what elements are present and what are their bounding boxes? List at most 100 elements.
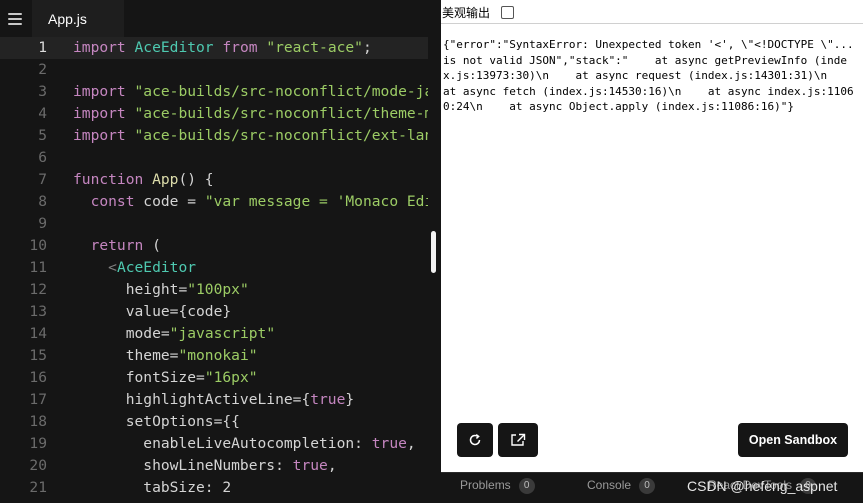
- code-line[interactable]: 3 import "ace-builds/src-noconflict/mode-…: [0, 81, 428, 103]
- bottom-tab-bar: Problems 0 Console 0 React DevTools 0: [441, 472, 863, 503]
- tab-react-devtools-label: React DevTools: [708, 478, 793, 492]
- code-token: =: [178, 281, 188, 298]
- tab-problems[interactable]: Problems 0: [460, 473, 535, 503]
- open-in-new-window-button[interactable]: [498, 423, 538, 457]
- line-number: 19: [29, 435, 47, 452]
- code-line-text: enableLiveAutocompletion: true,: [73, 433, 416, 455]
- code-token: from: [213, 39, 267, 56]
- code-line[interactable]: 17 highlightActiveLine={true}: [0, 389, 428, 411]
- code-line[interactable]: 9: [0, 213, 428, 235]
- preview-output-text: {"error":"SyntaxError: Unexpected token …: [443, 38, 861, 113]
- code-line[interactable]: 12 height="100px": [0, 279, 428, 301]
- preview-toolbar: 美观输出: [441, 0, 863, 24]
- pretty-output-label: 美观输出: [442, 6, 491, 20]
- line-number: 5: [38, 127, 47, 144]
- code-token: return: [90, 237, 153, 254]
- code-line[interactable]: 2: [0, 59, 428, 81]
- tab-react-devtools[interactable]: React DevTools 0: [708, 473, 817, 503]
- code-token: tabSize: [73, 479, 205, 496]
- code-line[interactable]: 8 const code = "var message = 'Monaco Ed…: [0, 191, 428, 213]
- code-line[interactable]: 11 <AceEditor: [0, 257, 428, 279]
- line-number: 8: [38, 193, 47, 210]
- code-line-text: setOptions={{: [73, 411, 240, 433]
- code-token: enableLiveAutocompletion: [73, 435, 355, 452]
- code-token: ={{: [213, 413, 240, 430]
- code-line-text: import "ace-builds/src-noconflict/theme-…: [73, 103, 428, 125]
- code-line[interactable]: 16 fontSize="16px": [0, 367, 428, 389]
- code-line[interactable]: 5 import "ace-builds/src-noconflict/ext-l…: [0, 125, 428, 147]
- code-line-text: import "ace-builds/src-noconflict/mode-j…: [73, 81, 428, 103]
- code-token: "ace-builds/src-noconflict/ext-language_…: [134, 127, 428, 144]
- code-token: mode: [73, 325, 161, 342]
- code-editor[interactable]: App.js 1 import AceEditor from "react-ace…: [0, 0, 428, 503]
- code-line-text: highlightActiveLine={true}: [73, 389, 354, 411]
- tab-problems-count: 0: [518, 478, 535, 494]
- line-number: 16: [29, 369, 47, 386]
- code-token: const: [90, 193, 144, 210]
- code-line[interactable]: 10 return (: [0, 235, 428, 257]
- code-token: "monokai": [178, 347, 258, 364]
- code-token: "ace-builds/src-noconflict/mode-javascri…: [134, 83, 428, 100]
- code-line-text: const code = "var message = 'Monaco Edit…: [73, 191, 428, 213]
- code-area[interactable]: 1 import AceEditor from "react-ace"; 2 3 imp…: [0, 37, 428, 503]
- code-line-text: <AceEditor: [73, 257, 196, 279]
- code-line-text: fontSize="16px": [73, 367, 258, 389]
- tab-react-devtools-count: 0: [800, 478, 817, 494]
- line-number: 20: [29, 457, 47, 474]
- code-line-text: mode="javascript": [73, 323, 275, 345]
- code-token: "ace-builds/src-noconflict/theme-monokai…: [134, 105, 428, 122]
- code-token: ,: [406, 435, 416, 452]
- line-number: 4: [38, 105, 47, 122]
- line-number: 18: [29, 413, 47, 430]
- code-token: "100px": [187, 281, 249, 298]
- code-token: function: [73, 171, 153, 188]
- line-number: 1: [38, 39, 47, 56]
- resize-handle[interactable]: [431, 231, 436, 273]
- open-sandbox-button[interactable]: Open Sandbox: [738, 423, 848, 457]
- file-tab-app-js[interactable]: App.js: [32, 0, 124, 38]
- code-token: ;: [362, 39, 372, 56]
- code-token: :: [204, 479, 223, 496]
- code-token: "16px": [204, 369, 258, 386]
- code-line[interactable]: 20 showLineNumbers: true,: [0, 455, 428, 477]
- pretty-output-checkbox[interactable]: [501, 6, 514, 19]
- code-line[interactable]: 4 import "ace-builds/src-noconflict/theme…: [0, 103, 428, 125]
- line-number: 14: [29, 325, 47, 342]
- code-line[interactable]: 1 import AceEditor from "react-ace";: [0, 37, 428, 59]
- code-line[interactable]: 19 enableLiveAutocompletion: true,: [0, 433, 428, 455]
- code-token: import: [73, 39, 135, 56]
- code-line[interactable]: 21 tabSize: 2: [0, 477, 428, 499]
- line-number: 7: [38, 171, 47, 188]
- code-token: true: [292, 457, 328, 474]
- hamburger-menu-icon[interactable]: [8, 13, 22, 25]
- code-line-text: showLineNumbers: true,: [73, 455, 336, 477]
- code-line-text: value={code}: [73, 301, 231, 323]
- code-token: "javascript": [169, 325, 276, 342]
- code-token: =: [178, 193, 205, 210]
- code-line[interactable]: 7 function App() {: [0, 169, 428, 191]
- preview-panel: 美观输出 {"error":"SyntaxError: Unexpected t…: [441, 0, 863, 472]
- line-number: 9: [38, 215, 47, 232]
- line-number: 13: [29, 303, 47, 320]
- tab-problems-label: Problems: [460, 478, 511, 492]
- code-line[interactable]: 18 setOptions={{: [0, 411, 428, 433]
- code-token: import: [73, 127, 135, 144]
- code-line[interactable]: 15 theme="monokai": [0, 345, 428, 367]
- code-line[interactable]: 13 value={code}: [0, 301, 428, 323]
- line-number: 21: [29, 479, 47, 496]
- code-token: theme: [73, 347, 170, 364]
- refresh-button[interactable]: [457, 423, 493, 457]
- code-line-text: function App() {: [73, 169, 214, 191]
- code-line[interactable]: 14 mode="javascript": [0, 323, 428, 345]
- refresh-icon: [469, 434, 481, 446]
- line-number: 11: [29, 259, 47, 276]
- code-token: "var message = 'Monaco Editor';": [204, 193, 428, 210]
- code-line-text: import AceEditor from "react-ace";: [73, 37, 372, 59]
- line-number: 17: [29, 391, 47, 408]
- line-number: 12: [29, 281, 47, 298]
- code-line[interactable]: 6: [0, 147, 428, 169]
- code-token: import: [73, 83, 135, 100]
- code-token: 2: [222, 479, 232, 496]
- tab-console[interactable]: Console 0: [587, 473, 656, 503]
